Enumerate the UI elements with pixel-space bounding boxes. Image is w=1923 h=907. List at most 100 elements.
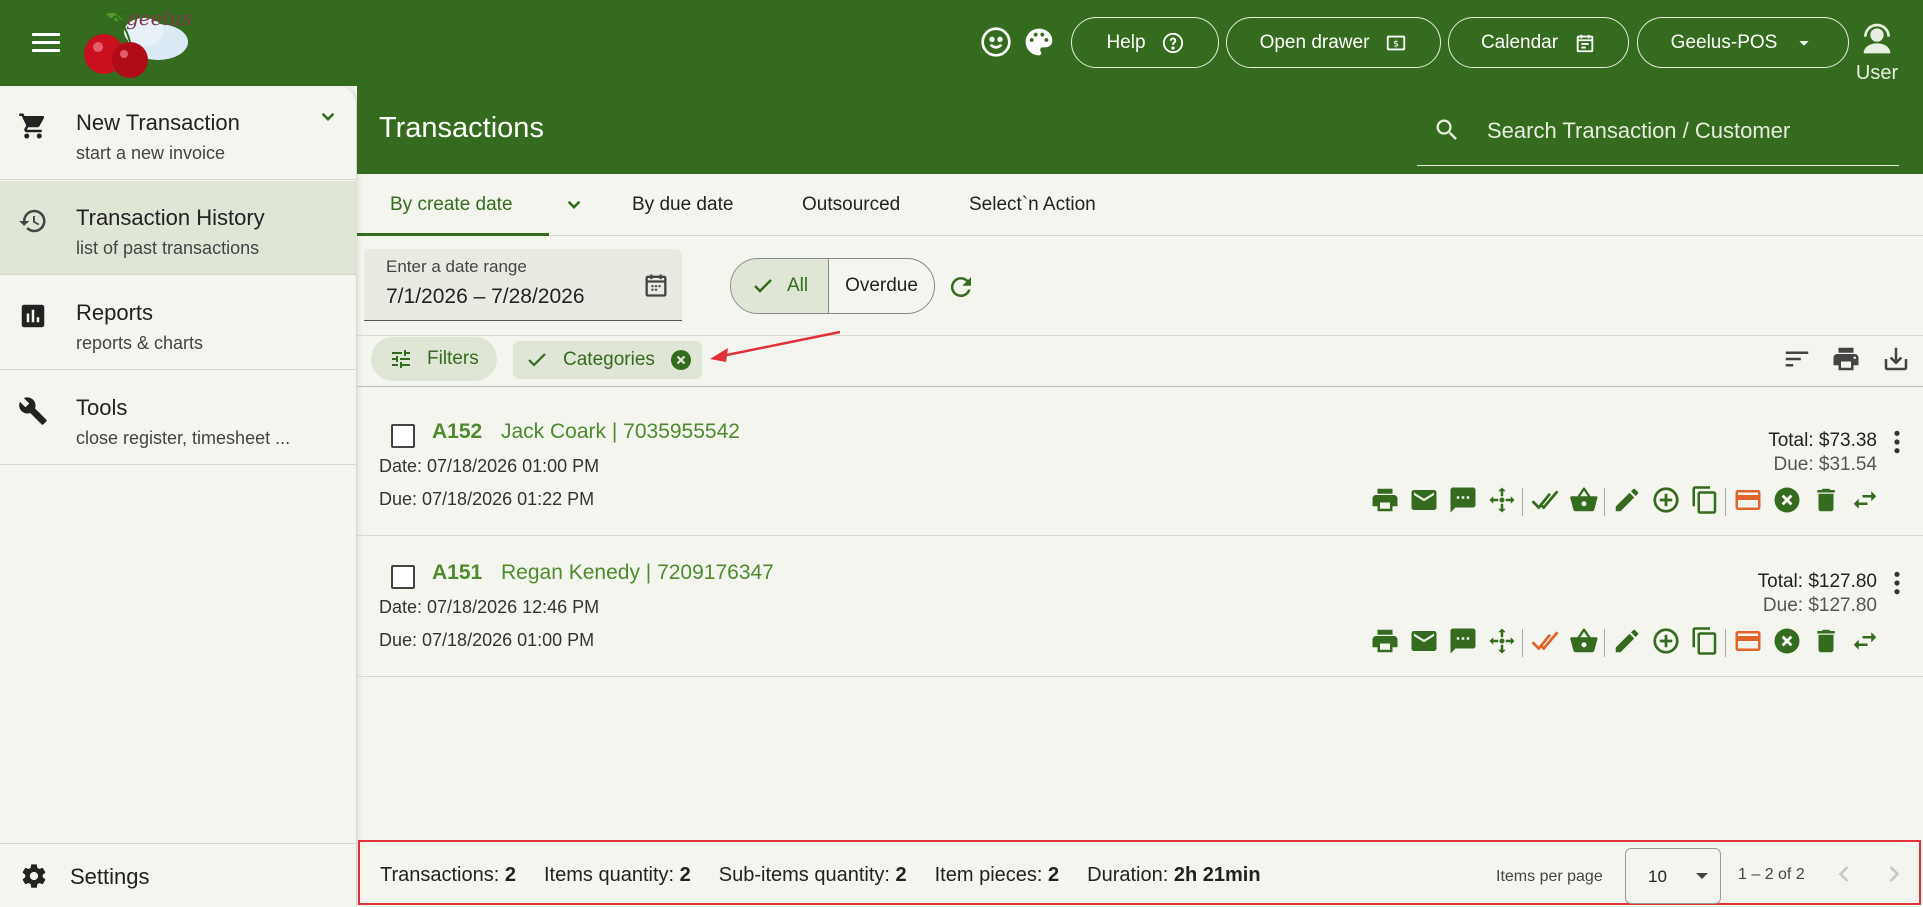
action-separator (1725, 488, 1726, 516)
email-icon[interactable] (1409, 485, 1439, 515)
credit-card-icon[interactable] (1733, 626, 1763, 656)
stat-value: 2 (679, 864, 691, 886)
tab-bar: By create date By due date Outsourced Se… (357, 174, 1923, 236)
transaction-id[interactable]: A152 (432, 420, 482, 444)
sidebar-item-title: Transaction History (76, 205, 265, 230)
user-support-icon (1863, 23, 1891, 54)
edit-icon[interactable] (1612, 485, 1642, 515)
stat-label: Transactions: (380, 864, 505, 886)
sidebar-item-transaction-history[interactable]: Transaction History list of past transac… (0, 181, 357, 275)
sidebar-item-tools[interactable]: Tools close register, timesheet ... (0, 371, 357, 465)
transaction-total: Total: $127.80 (1757, 571, 1877, 592)
more-vert-icon[interactable] (1887, 570, 1907, 596)
delete-icon[interactable] (1811, 626, 1841, 656)
more-vert-icon[interactable] (1887, 429, 1907, 455)
pos-selector-button[interactable]: Geelus-POS (1637, 17, 1849, 68)
transaction-row[interactable]: A151 Regan Kenedy | 7209176347 Date: 07/… (357, 537, 1923, 677)
tab-outsourced[interactable]: Outsourced (802, 194, 900, 216)
refresh-icon[interactable] (946, 272, 976, 302)
cancel-icon[interactable] (1772, 626, 1802, 656)
chevron-down-icon[interactable] (315, 104, 341, 130)
transaction-due-date: Due: 07/18/2026 01:00 PM (379, 630, 595, 650)
status-all-label: All (786, 275, 809, 296)
date-range-label: Enter a date range (386, 257, 527, 276)
done-all-icon[interactable] (1530, 485, 1560, 515)
move-icon[interactable] (1487, 626, 1517, 656)
tab-select-n-action[interactable]: Select`n Action (969, 194, 1096, 216)
swap-icon[interactable] (1850, 485, 1880, 515)
add-circle-icon[interactable] (1651, 626, 1681, 656)
status-all-option[interactable]: All (731, 259, 829, 313)
date-range-field[interactable]: Enter a date range 7/1/2026 – 7/28/2026 (364, 249, 682, 321)
copy-icon[interactable] (1690, 485, 1720, 515)
print-icon[interactable] (1831, 344, 1861, 374)
customer-link[interactable]: Regan Kenedy | 7209176347 (501, 561, 774, 585)
sidebar-item-new-transaction[interactable]: New Transaction start a new invoice (0, 86, 357, 180)
transaction-due-amount: Due: $127.80 (1762, 595, 1877, 616)
open-drawer-button[interactable]: Open drawer $ (1226, 17, 1441, 68)
transaction-due-date: Due: 07/18/2026 01:22 PM (379, 489, 595, 509)
stat-label: Item pieces: (934, 864, 1049, 886)
credit-card-icon[interactable] (1733, 485, 1763, 515)
swap-icon[interactable] (1850, 626, 1880, 656)
user-menu[interactable]: User (1850, 18, 1904, 86)
items-per-page-value: 10 (1648, 867, 1667, 886)
caret-down-icon (1696, 873, 1708, 879)
top-bar: geelus Help Open drawer $ Calendar Geelu… (0, 0, 1923, 86)
chevron-left-icon[interactable] (1830, 860, 1858, 888)
palette-icon[interactable] (1023, 26, 1055, 58)
tab-by-create-date[interactable]: By create date (390, 194, 513, 216)
transaction-id[interactable]: A151 (432, 561, 482, 585)
print-icon[interactable] (1370, 626, 1400, 656)
status-overdue-option[interactable]: Overdue (829, 259, 934, 313)
customer-link[interactable]: Jack Coark | 7035955542 (501, 420, 740, 444)
action-separator (1604, 629, 1605, 657)
basket-icon[interactable] (1569, 485, 1599, 515)
download-icon[interactable] (1881, 344, 1911, 374)
transaction-due-amount: Due: $31.54 (1773, 454, 1877, 475)
stat-sub-items-quantity: Sub-items quantity: 2 (719, 864, 907, 887)
calendar-icon (1576, 34, 1594, 52)
sort-icon[interactable] (1782, 344, 1812, 374)
app-root: geelus Help Open drawer $ Calendar Geelu… (0, 0, 1923, 907)
smiley-icon[interactable] (980, 26, 1012, 58)
sms-icon[interactable] (1448, 485, 1478, 515)
transaction-total: Total: $73.38 (1768, 430, 1877, 451)
help-button[interactable]: Help (1071, 17, 1219, 68)
cancel-icon[interactable] (1772, 485, 1802, 515)
search-input[interactable]: Search Transaction / Customer (1417, 86, 1899, 166)
sidebar-item-subtitle: close register, timesheet ... (76, 428, 291, 448)
copy-icon[interactable] (1690, 626, 1720, 656)
delete-icon[interactable] (1811, 485, 1841, 515)
add-circle-icon[interactable] (1651, 485, 1681, 515)
help-label: Help (1106, 31, 1146, 53)
edit-icon[interactable] (1612, 626, 1642, 656)
close-circle-icon[interactable] (669, 348, 693, 372)
calendar-icon[interactable] (642, 271, 670, 299)
chevron-down-icon[interactable] (561, 192, 587, 218)
transaction-date: Date: 07/18/2026 12:46 PM (379, 597, 600, 617)
move-icon[interactable] (1487, 485, 1517, 515)
sms-icon[interactable] (1448, 626, 1478, 656)
calendar-button[interactable]: Calendar (1448, 17, 1629, 68)
menu-icon[interactable] (28, 28, 64, 58)
stat-value: 2 (1048, 864, 1060, 886)
gear-icon (22, 864, 46, 888)
basket-icon[interactable] (1569, 626, 1599, 656)
print-icon[interactable] (1370, 485, 1400, 515)
filters-button[interactable]: Filters (371, 337, 497, 381)
tab-by-due-date[interactable]: By due date (632, 194, 733, 216)
chevron-right-icon[interactable] (1880, 860, 1908, 888)
row-checkbox[interactable] (391, 424, 415, 448)
email-icon[interactable] (1409, 626, 1439, 656)
sidebar-item-subtitle: reports & charts (76, 333, 204, 353)
row-checkbox[interactable] (391, 565, 415, 589)
categories-chip[interactable]: Categories (513, 341, 702, 379)
items-per-page-select[interactable]: 10 (1625, 848, 1721, 904)
done-all-icon[interactable] (1530, 626, 1560, 656)
sidebar-item-reports[interactable]: Reports reports & charts (0, 276, 357, 370)
sidebar-item-settings[interactable]: Settings (0, 843, 357, 907)
wrench-icon (19, 397, 47, 425)
cart-icon (19, 113, 45, 139)
transaction-row[interactable]: A152 Jack Coark | 7035955542 Date: 07/18… (357, 396, 1923, 536)
